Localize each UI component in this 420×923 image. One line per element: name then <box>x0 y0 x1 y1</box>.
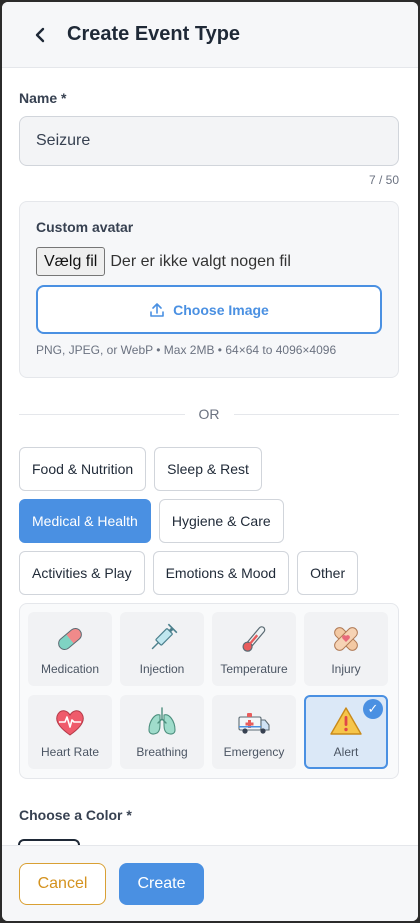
category-food-nutrition[interactable]: Food & Nutrition <box>19 447 147 491</box>
thermometer-icon <box>242 626 266 652</box>
header: Create Event Type <box>2 2 418 68</box>
upload-hint: PNG, JPEG, or WebP • Max 2MB • 64×64 to … <box>36 343 337 357</box>
char-count: 7 / 50 <box>368 173 399 187</box>
lungs-icon <box>148 707 176 735</box>
tile-label: Injection <box>139 662 185 676</box>
custom-avatar-section: Custom avatar Vælg fil Der er ikke valgt… <box>19 201 399 378</box>
tile-label: Temperature <box>220 662 288 676</box>
or-text: OR <box>198 406 220 422</box>
warning-icon <box>330 707 362 735</box>
footer-actions: Cancel Create <box>2 845 418 921</box>
color-label: Choose a Color * <box>19 807 132 823</box>
choose-image-button[interactable]: Choose Image <box>36 285 382 334</box>
back-button[interactable] <box>28 23 52 47</box>
avatar-title: Custom avatar <box>36 219 134 235</box>
icon-tile-heart-rate[interactable]: Heart Rate <box>28 695 112 769</box>
selected-check-icon: ✓ <box>363 699 383 719</box>
tile-label: Emergency <box>223 745 285 759</box>
icon-tile-injection[interactable]: Injection <box>120 612 204 686</box>
syringe-icon <box>151 623 178 650</box>
icon-tile-medication[interactable]: Medication <box>28 612 112 686</box>
file-input: Vælg fil Der er ikke valgt nogen fil <box>36 247 382 276</box>
create-event-type-dialog: Create Event Type Name * 7 / 50 Custom a… <box>2 2 418 921</box>
cancel-button[interactable]: Cancel <box>19 862 106 905</box>
icon-tile-injury[interactable]: Injury <box>304 612 388 686</box>
heart-pulse-icon <box>56 710 84 736</box>
choose-image-label: Choose Image <box>173 301 269 318</box>
ambulance-icon <box>238 713 270 734</box>
name-input[interactable] <box>19 116 399 166</box>
category-other[interactable]: Other <box>297 551 359 595</box>
category-hygiene-care[interactable]: Hygiene & Care <box>158 499 284 543</box>
category-medical-health[interactable]: Medical & Health <box>19 499 151 543</box>
tile-label: Breathing <box>136 745 188 759</box>
pill-icon <box>58 628 82 650</box>
chevron-left-icon <box>35 27 45 42</box>
icon-tile-temperature[interactable]: Temperature <box>212 612 296 686</box>
tile-label: Medication <box>40 662 100 676</box>
bandage-icon <box>334 627 358 651</box>
tile-label: Alert <box>333 745 359 759</box>
tile-label: Heart Rate <box>40 745 100 759</box>
name-label: Name * <box>19 90 67 106</box>
category-emotions-mood[interactable]: Emotions & Mood <box>152 551 290 595</box>
file-status: Der er ikke valgt nogen fil <box>110 252 291 270</box>
category-activities-play[interactable]: Activities & Play <box>19 551 145 595</box>
icon-tile-alert[interactable]: Alert ✓ <box>304 695 388 769</box>
divider-line <box>233 413 399 415</box>
form-body[interactable]: Name * 7 / 50 Custom avatar Vælg fil Der… <box>2 69 418 845</box>
tile-label: Injury <box>331 662 361 676</box>
page-title: Create Event Type <box>67 23 241 45</box>
icon-tile-breathing[interactable]: Breathing <box>120 695 204 769</box>
category-chips: Food & Nutrition Sleep & Rest Medical & … <box>19 447 399 595</box>
category-sleep-rest[interactable]: Sleep & Rest <box>154 447 262 491</box>
icon-tile-emergency[interactable]: Emergency <box>212 695 296 769</box>
divider-line <box>19 413 185 415</box>
file-select-button[interactable]: Vælg fil <box>36 247 106 276</box>
upload-icon <box>150 302 164 317</box>
create-button[interactable]: Create <box>119 862 204 905</box>
icon-grid: Medication Injection Temperature Injury … <box>19 603 399 779</box>
or-divider: OR <box>19 406 399 422</box>
